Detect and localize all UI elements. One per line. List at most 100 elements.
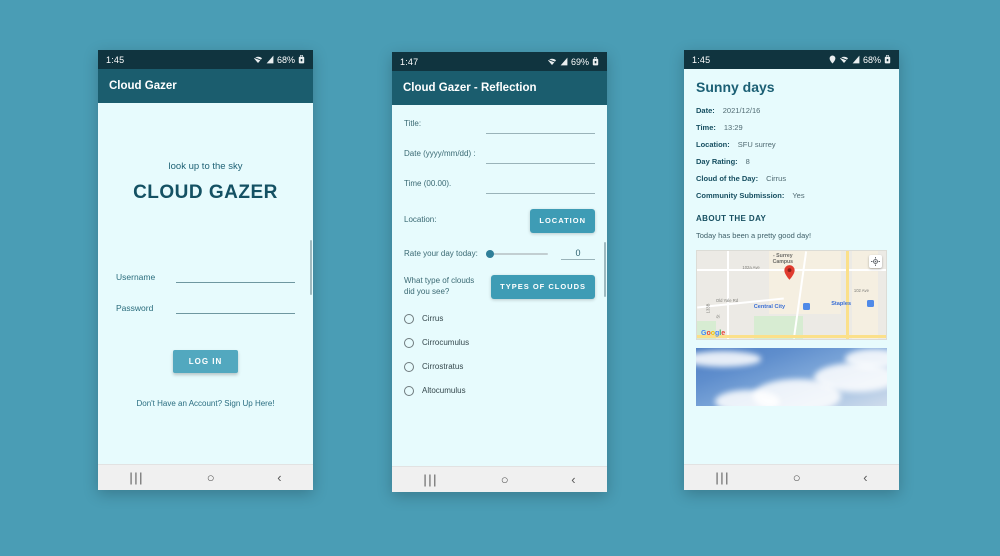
reflection-content: Title: Date (yyyy/mm/dd) : Time (00.00).… — [392, 105, 607, 466]
login-content: look up to the sky CLOUD GAZER Username … — [98, 103, 313, 464]
radio-option[interactable]: Altocumulus — [404, 385, 595, 396]
map-street-label: 102a Ave — [742, 265, 760, 271]
compass-button[interactable] — [869, 255, 882, 268]
rating-row: Rate your day today: 0 — [404, 248, 595, 260]
rating-value: 0 — [561, 248, 595, 260]
meta-key: Day Rating: — [696, 157, 738, 166]
radio-icon[interactable] — [404, 385, 414, 396]
meta-row: Date: 2021/12/16 — [696, 106, 887, 115]
radio-icon[interactable] — [404, 337, 414, 348]
meta-value: SFU surrey — [737, 140, 776, 149]
about-heading: ABOUT THE DAY — [696, 214, 767, 223]
battery-lock-icon — [884, 55, 891, 64]
rating-slider[interactable] — [486, 248, 548, 260]
battery-percent: 68% — [276, 54, 295, 65]
date-label: Date (yyyy/mm/dd) : — [404, 149, 476, 158]
time-row: Time (00.00). — [404, 179, 595, 194]
radio-option[interactable]: Cirrostratus — [404, 361, 595, 372]
shop-icon — [867, 300, 875, 308]
page-title: Sunny days — [696, 79, 775, 95]
radio-option[interactable]: Cirrocumulus — [404, 337, 595, 348]
location-button[interactable]: LOCATION — [530, 209, 595, 233]
battery-lock-icon — [298, 55, 305, 64]
meta-value: Cirrus — [766, 174, 787, 183]
types-of-clouds-button[interactable]: TYPES OF CLOUDS — [491, 274, 595, 299]
wifi-icon — [253, 56, 263, 63]
status-time: 1:45 — [106, 54, 125, 65]
password-field[interactable] — [176, 303, 295, 314]
map-poi-label[interactable]: Central City — [754, 304, 785, 310]
meta-value: 13:29 — [723, 123, 743, 132]
home-icon[interactable]: ○ — [793, 471, 801, 484]
location-pin-icon — [829, 55, 836, 64]
map-street-label: 133B — [705, 303, 711, 313]
username-row: Username — [116, 272, 295, 283]
back-icon[interactable]: ‹ — [571, 473, 575, 486]
radio-option[interactable]: Cirrus — [404, 313, 595, 324]
map-street-label: Old Yale Rd — [715, 297, 739, 303]
map-marker-icon[interactable] — [784, 265, 795, 280]
phone-reflection-screen: 1:47 69% Cloud Gazer - Reflection Title:… — [392, 52, 607, 492]
meta-key: Cloud of the Day: — [696, 174, 759, 183]
title-label: Title: — [404, 119, 422, 128]
date-input[interactable] — [486, 151, 595, 164]
home-icon[interactable]: ○ — [207, 471, 215, 484]
location-row: Location: LOCATION — [404, 209, 595, 233]
status-bar: 1:47 69% — [392, 52, 607, 71]
phone-login-screen: 1:45 68% Cloud Gazer look up to the sky … — [98, 50, 313, 490]
battery-percent: 69% — [570, 56, 589, 67]
meta-key: Date: — [696, 106, 715, 115]
back-icon[interactable]: ‹ — [863, 471, 867, 484]
meta-value: Yes — [792, 191, 805, 200]
map-poi-label[interactable]: Staples — [831, 301, 851, 307]
meta-value: 2021/12/16 — [722, 106, 761, 115]
home-icon[interactable]: ○ — [501, 473, 509, 486]
log-in-button[interactable]: LOG IN — [172, 350, 239, 373]
recents-icon[interactable]: ||| — [423, 473, 438, 486]
recents-icon[interactable]: ||| — [715, 471, 730, 484]
app-title: Cloud Gazer — [109, 80, 177, 92]
meta-row: Cloud of the Day: Cirrus — [696, 174, 887, 183]
slider-thumb[interactable] — [486, 249, 494, 258]
google-logo: Google — [701, 330, 726, 337]
compass-icon — [871, 257, 880, 266]
about-text: Today has been a pretty good day! — [696, 231, 812, 240]
detail-content: Sunny days Date: 2021/12/16 Time: 13:29 … — [684, 69, 899, 464]
radio-icon[interactable] — [404, 361, 414, 372]
cloud-options-group: Cirrus Cirrocumulus Cirrostratus Altocum… — [404, 313, 595, 396]
meta-row: Day Rating: 8 — [696, 157, 887, 166]
android-nav-bar: ||| ○ ‹ — [392, 466, 607, 492]
map-view[interactable]: - Surrey Campus 102a Ave Old Yale Rd 102… — [696, 250, 887, 340]
meta-key: Community Submission: — [696, 191, 785, 200]
radio-icon[interactable] — [404, 313, 414, 324]
back-icon[interactable]: ‹ — [277, 471, 281, 484]
title-input[interactable] — [486, 121, 595, 134]
radio-label: Cirrus — [422, 314, 444, 323]
map-campus-label: - Surrey Campus — [772, 252, 794, 265]
screenshot-stage: 1:45 68% Cloud Gazer look up to the sky … — [0, 0, 1000, 556]
username-field[interactable] — [176, 272, 295, 283]
time-input[interactable] — [486, 181, 595, 194]
android-nav-bar: ||| ○ ‹ — [98, 464, 313, 490]
radio-label: Cirrocumulus — [422, 338, 470, 347]
location-label: Location: — [404, 215, 437, 225]
radio-label: Altocumulus — [422, 386, 466, 395]
date-row: Date (yyyy/mm/dd) : — [404, 149, 595, 164]
cloud-type-row: What type of clouds did you see? TYPES O… — [404, 274, 595, 299]
recents-icon[interactable]: ||| — [129, 471, 144, 484]
map-street-label: 102 Ave — [853, 287, 869, 293]
password-label: Password — [116, 303, 154, 313]
sign-up-link[interactable]: Don't Have an Account? Sign Up Here! — [116, 399, 295, 408]
meta-key: Time: — [696, 123, 716, 132]
battery-percent: 68% — [862, 54, 881, 65]
meta-row: Community Submission: Yes — [696, 191, 887, 200]
shop-icon — [802, 302, 810, 310]
meta-key: Location: — [696, 140, 730, 149]
status-bar: 1:45 68% — [98, 50, 313, 69]
signal-icon — [852, 55, 860, 64]
sky-photo — [696, 348, 887, 406]
radio-label: Cirrostratus — [422, 362, 464, 371]
wifi-icon — [839, 56, 849, 63]
android-nav-bar: ||| ○ ‹ — [684, 464, 899, 490]
slider-track — [486, 252, 548, 255]
